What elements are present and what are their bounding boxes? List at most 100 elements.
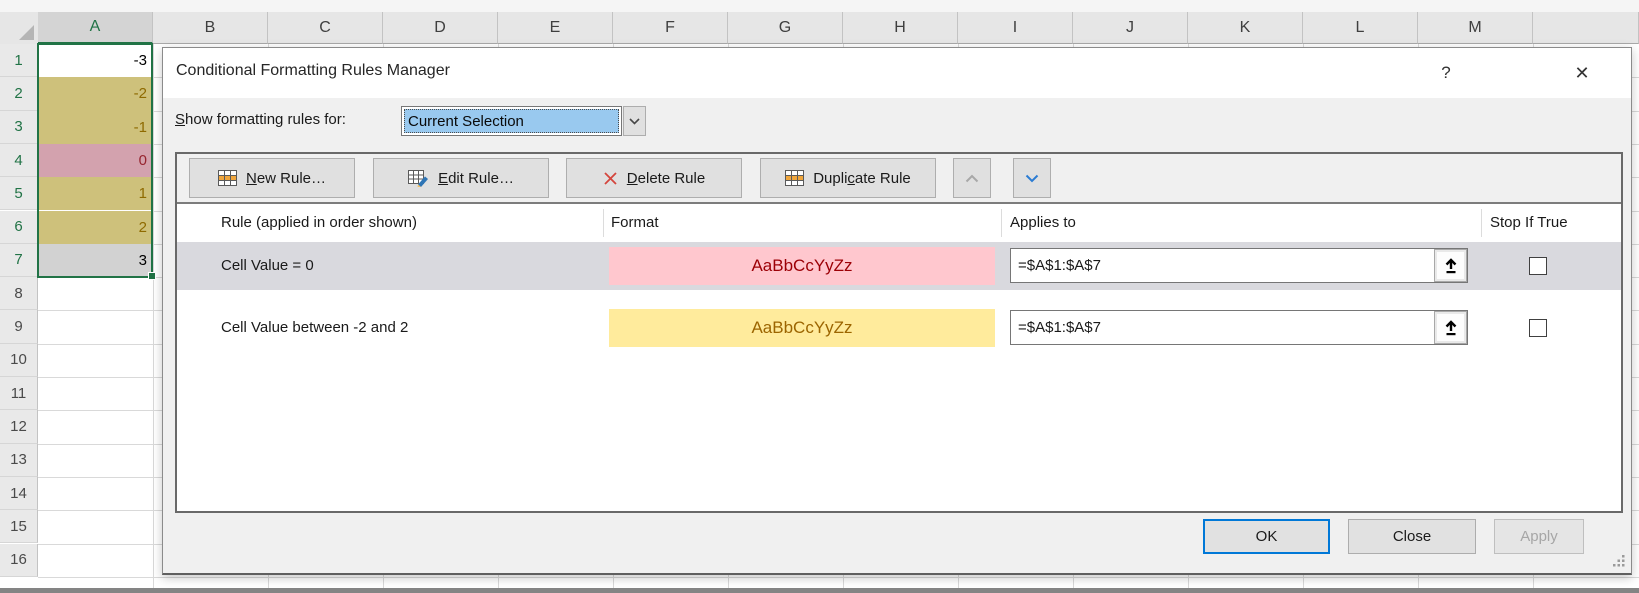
column-header-G[interactable]: G (728, 12, 843, 44)
gridline (153, 44, 154, 588)
chevron-down-icon (1025, 174, 1039, 183)
new-rule-label: New Rule… (246, 170, 326, 187)
status-bar-edge (0, 588, 1639, 593)
stop-if-true-checkbox[interactable] (1529, 257, 1547, 275)
duplicate-rule-label: Duplicate Rule (813, 170, 911, 187)
range-picker-button[interactable] (1434, 249, 1467, 282)
column-header-A[interactable]: A (38, 12, 153, 44)
dialog-title: Conditional Formatting Rules Manager (176, 62, 450, 80)
row-header-2[interactable]: 2 (0, 77, 38, 110)
column-header-B[interactable]: B (153, 12, 268, 44)
row-header-13[interactable]: 13 (0, 444, 38, 477)
dropdown-arrow-button[interactable] (623, 106, 646, 136)
row-header-7[interactable]: 7 (0, 244, 38, 277)
cell-A2[interactable]: -2 (38, 77, 153, 110)
applies-to-field (1010, 248, 1468, 283)
select-all-button[interactable] (0, 12, 39, 45)
resize-grip[interactable] (1613, 555, 1625, 567)
show-rules-label: Show formatting rules for: (175, 111, 346, 128)
column-header-applies-to: Applies to (1010, 204, 1076, 242)
table-grid-icon (218, 170, 237, 186)
fill-handle[interactable] (148, 272, 156, 280)
applies-to-input[interactable] (1011, 311, 1433, 344)
rules-frame: New Rule… Edit Rule… Delete Rule (175, 152, 1623, 513)
row-header-15[interactable]: 15 (0, 510, 38, 543)
rule-row[interactable]: Cell Value between -2 and 2 AaBbCcYyZz (177, 304, 1621, 352)
dialog-titlebar: Conditional Formatting Rules Manager ? ✕ (163, 48, 1631, 98)
column-header-stop-if-true: Stop If True (1490, 204, 1568, 242)
column-header-D[interactable]: D (383, 12, 498, 44)
cf-rules-manager-dialog: Conditional Formatting Rules Manager ? ✕… (162, 47, 1632, 575)
new-rule-button[interactable]: New Rule… (189, 158, 355, 198)
row-header-1[interactable]: 1 (0, 44, 38, 77)
column-header-rule: Rule (applied in order shown) (221, 204, 417, 242)
rule-description: Cell Value = 0 (221, 242, 314, 290)
column-header-J[interactable]: J (1073, 12, 1188, 44)
edit-rule-button[interactable]: Edit Rule… (373, 158, 549, 198)
gridline (38, 577, 1639, 578)
rule-row-selected[interactable]: Cell Value = 0 AaBbCcYyZz (177, 242, 1621, 290)
row-header-3[interactable]: 3 (0, 111, 38, 144)
close-icon[interactable]: ✕ (1567, 59, 1597, 87)
delete-rule-button[interactable]: Delete Rule (566, 158, 742, 198)
table-grid-icon (785, 170, 804, 186)
row-header-11[interactable]: 11 (0, 377, 38, 410)
show-rules-dropdown[interactable]: Current Selection (401, 106, 646, 136)
dropdown-value-box[interactable]: Current Selection (401, 106, 622, 136)
column-header-E[interactable]: E (498, 12, 613, 44)
column-divider (603, 209, 604, 237)
close-button[interactable]: Close (1348, 519, 1476, 554)
rules-list-header: Rule (applied in order shown) Format App… (177, 204, 1621, 242)
row-header-12[interactable]: 12 (0, 410, 38, 443)
red-x-icon (603, 171, 618, 186)
column-header-M[interactable]: M (1418, 12, 1533, 44)
collapse-dialog-arrow-icon (1444, 320, 1458, 336)
edit-rule-label: Edit Rule… (438, 170, 514, 187)
stop-if-true-checkbox[interactable] (1529, 319, 1547, 337)
collapse-dialog-arrow-icon (1444, 258, 1458, 274)
column-divider (1481, 209, 1482, 237)
chevron-down-icon (629, 118, 640, 125)
move-rule-up-button[interactable] (953, 158, 991, 198)
row-header-5[interactable]: 5 (0, 177, 38, 210)
cell-A6[interactable]: 2 (38, 211, 153, 244)
row-header-9[interactable]: 9 (0, 310, 38, 343)
column-header-C[interactable]: C (268, 12, 383, 44)
ok-button[interactable]: OK (1203, 519, 1330, 554)
row-header-14[interactable]: 14 (0, 477, 38, 510)
dropdown-selected-value: Current Selection (404, 109, 619, 133)
help-icon[interactable]: ? (1431, 59, 1461, 87)
row-header-6[interactable]: 6 (0, 211, 38, 244)
column-header-L[interactable]: L (1303, 12, 1418, 44)
row-header-8[interactable]: 8 (0, 277, 38, 310)
applies-to-input[interactable] (1011, 249, 1433, 282)
applies-to-field (1010, 310, 1468, 345)
column-header-format: Format (611, 204, 659, 242)
excel-window: ABCDEFGHIJKLM12345678910111213141516-3-2… (0, 0, 1639, 593)
apply-button[interactable]: Apply (1494, 519, 1584, 554)
cell-A1[interactable]: -3 (38, 44, 153, 77)
column-header-I[interactable]: I (958, 12, 1073, 44)
range-picker-button[interactable] (1434, 311, 1467, 344)
column-header-F[interactable]: F (613, 12, 728, 44)
duplicate-rule-button[interactable]: Duplicate Rule (760, 158, 936, 198)
cell-A4[interactable]: 0 (38, 144, 153, 177)
row-header-10[interactable]: 10 (0, 344, 38, 377)
delete-rule-label: Delete Rule (627, 170, 705, 187)
rule-description: Cell Value between -2 and 2 (221, 304, 408, 352)
format-preview: AaBbCcYyZz (609, 247, 995, 285)
chevron-up-icon (965, 174, 979, 183)
column-header-K[interactable]: K (1188, 12, 1303, 44)
row-header-4[interactable]: 4 (0, 144, 38, 177)
select-all-triangle-icon (19, 25, 34, 40)
move-rule-down-button[interactable] (1013, 158, 1051, 198)
format-preview: AaBbCcYyZz (609, 309, 995, 347)
cell-A5[interactable]: 1 (38, 177, 153, 210)
rules-toolbar: New Rule… Edit Rule… Delete Rule (177, 154, 1621, 204)
row-header-16[interactable]: 16 (0, 544, 38, 577)
column-divider (1001, 209, 1002, 237)
cell-A3[interactable]: -1 (38, 111, 153, 144)
column-header-H[interactable]: H (843, 12, 958, 44)
table-pencil-icon (408, 170, 429, 187)
cell-A7[interactable]: 3 (38, 244, 153, 277)
